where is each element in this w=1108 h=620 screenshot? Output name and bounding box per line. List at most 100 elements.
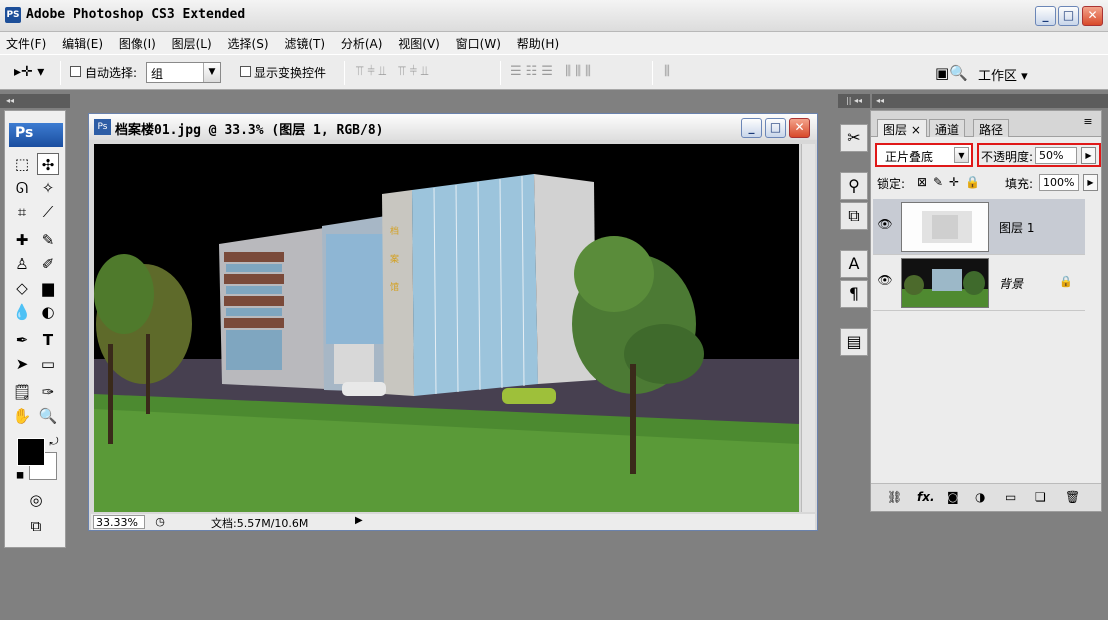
menu-view[interactable]: 视图(V) — [392, 32, 446, 52]
visibility-eye-icon[interactable]: 👁 — [877, 273, 893, 289]
visibility-eye-icon[interactable]: 👁 — [877, 217, 893, 233]
lock-transparency-icon[interactable]: ⊠ — [917, 175, 927, 189]
move-tool-icon[interactable]: ▸✛ ▾ — [14, 64, 44, 80]
eyedropper-icon[interactable]: ✑ — [37, 381, 59, 403]
menu-edit[interactable]: 编辑(E) — [56, 32, 109, 52]
blend-mode-dropdown[interactable]: 正片叠底 ▼ — [875, 143, 973, 167]
clone-stamp-icon[interactable]: ♙ — [11, 253, 33, 275]
shape-icon[interactable]: ▭ — [37, 353, 59, 375]
paragraph-icon[interactable]: ¶ — [840, 280, 868, 308]
layer-row[interactable]: 👁 背景 🔒 — [873, 255, 1085, 311]
trash-icon[interactable]: 🗑 — [1065, 490, 1080, 504]
doc-close-button[interactable]: ✕ — [789, 118, 810, 138]
layer-comps-icon[interactable]: ▤ — [840, 328, 868, 356]
document-title-bar[interactable]: Ps 档案楼01.jpg @ 33.3% (图层 1, RGB/8) _ □ ✕ — [89, 114, 817, 140]
move-icon[interactable]: ✣ — [37, 153, 59, 175]
zoom-icon[interactable]: 🔍 — [37, 405, 59, 427]
auto-select-checkbox[interactable] — [70, 66, 81, 77]
eraser-icon[interactable]: ◇ — [11, 277, 33, 299]
dodge-icon[interactable]: ◐ — [37, 301, 59, 323]
brush-icon[interactable]: ✎ — [37, 229, 59, 251]
distribute-buttons-icon[interactable]: ☰☷☰ ⫼⫼⫼ — [510, 64, 595, 79]
rectangular-marquee-icon[interactable]: ⬚ — [11, 153, 33, 175]
blur-icon[interactable]: 💧 — [11, 301, 33, 323]
adjustment-icon[interactable]: ◑ — [975, 490, 985, 504]
dock-header[interactable]: || ◂◂ — [838, 94, 870, 108]
foreground-color-swatch[interactable] — [17, 438, 45, 466]
gradient-icon[interactable]: ▆ — [37, 277, 59, 299]
auto-align-icon[interactable]: ⫼ — [664, 64, 674, 79]
fx-icon[interactable]: fx. — [917, 490, 935, 504]
toolbox-header[interactable]: ◂◂ — [0, 94, 70, 108]
workspace-menu[interactable]: 工作区 ▾ — [978, 65, 1028, 84]
type-icon[interactable]: T — [37, 329, 59, 351]
show-transform-checkbox[interactable] — [240, 66, 251, 77]
clone-source-icon[interactable]: ⧉ — [840, 202, 868, 230]
notes-icon[interactable]: 🗒 — [11, 381, 33, 403]
menu-analysis[interactable]: 分析(A) — [335, 32, 389, 52]
chevron-down-icon: ▼ — [954, 147, 969, 163]
default-colors-icon[interactable]: ◼ — [9, 465, 31, 487]
group-icon[interactable]: ▭ — [1005, 490, 1016, 504]
maximize-button[interactable]: □ — [1058, 6, 1079, 26]
status-options-icon[interactable]: ◷ — [149, 511, 171, 533]
chevron-down-icon: ▼ — [203, 63, 220, 82]
ps-badge[interactable]: Ps — [9, 123, 63, 147]
menu-select[interactable]: 选择(S) — [222, 32, 275, 52]
doc-minimize-button[interactable]: _ — [741, 118, 762, 138]
menu-file[interactable]: 文件(F) — [0, 32, 52, 52]
fill-input[interactable]: 100% — [1039, 174, 1079, 191]
pen-icon[interactable]: ✒ — [11, 329, 33, 351]
image-canvas[interactable]: 档 案 馆 — [94, 144, 799, 512]
slice-icon[interactable]: ⟋ — [37, 201, 59, 223]
tab-channels[interactable]: 通道 — [929, 119, 966, 137]
lasso-icon[interactable]: ᘏ — [11, 177, 33, 199]
hand-icon[interactable]: ✋ — [11, 405, 33, 427]
bridge-icon[interactable]: ▣🔍 — [935, 64, 968, 82]
lock-pixels-icon[interactable]: ✎ — [933, 175, 943, 189]
lock-all-icon[interactable]: 🔒 — [965, 175, 980, 189]
healing-brush-icon[interactable]: ✚ — [11, 229, 33, 251]
swap-colors-icon[interactable]: ⤾ — [43, 431, 65, 453]
opacity-input[interactable]: 50% — [1035, 147, 1077, 164]
lock-position-icon[interactable]: ✛ — [949, 175, 959, 189]
magic-wand-icon[interactable]: ✧ — [37, 177, 59, 199]
layer-name[interactable]: 背景 — [999, 275, 1023, 292]
panel-tabs: 图层 × 通道 路径 ≡ — [871, 111, 1101, 137]
status-menu-arrow-icon[interactable]: ▶ — [355, 515, 363, 526]
layer-1-thumbnail-image — [902, 203, 988, 251]
menu-image[interactable]: 图像(I) — [113, 32, 162, 52]
tool-presets-icon[interactable]: ✂ — [840, 124, 868, 152]
minimize-button[interactable]: _ — [1035, 6, 1056, 26]
tab-layers[interactable]: 图层 × — [877, 119, 927, 137]
menu-window[interactable]: 窗口(W) — [450, 32, 507, 52]
auto-select-dropdown[interactable]: 组 ▼ — [146, 62, 221, 83]
doc-maximize-button[interactable]: □ — [765, 118, 786, 138]
character-icon[interactable]: A — [840, 250, 868, 278]
zoom-field[interactable]: 33.33% — [93, 515, 145, 529]
menu-layer[interactable]: 图层(L) — [166, 32, 218, 52]
screen-mode-icon[interactable]: ⧉ — [25, 515, 47, 537]
history-brush-icon[interactable]: ✐ — [37, 253, 59, 275]
brushes-icon[interactable]: ⚲ — [840, 172, 868, 200]
close-button[interactable]: ✕ — [1082, 6, 1103, 26]
tab-paths[interactable]: 路径 — [973, 119, 1010, 137]
new-layer-icon[interactable]: ❏ — [1035, 490, 1046, 504]
crop-icon[interactable]: ⌗ — [11, 201, 33, 223]
align-buttons-icon[interactable]: ⫪⫩⫫ ⫪⫩⫫ — [356, 64, 432, 79]
quick-mask-icon[interactable]: ◎ — [25, 489, 47, 511]
link-icon[interactable]: ⛓ — [887, 490, 902, 504]
fill-slider-arrow-icon[interactable]: ▶ — [1083, 174, 1098, 191]
menu-filter[interactable]: 滤镜(T) — [278, 32, 331, 52]
panel-menu-icon[interactable]: ≡ — [1077, 111, 1099, 133]
menu-help[interactable]: 帮助(H) — [511, 32, 565, 52]
divider — [344, 61, 345, 85]
path-selection-icon[interactable]: ➤ — [11, 353, 33, 375]
panel-header[interactable]: ◂◂ — [872, 94, 1108, 108]
auto-select-label: 自动选择: — [85, 66, 138, 80]
vertical-scrollbar[interactable] — [801, 144, 815, 512]
layer-row[interactable]: 👁 图层 1 — [873, 199, 1085, 255]
opacity-slider-arrow-icon[interactable]: ▶ — [1081, 147, 1096, 164]
mask-icon[interactable]: ◙ — [947, 490, 959, 504]
layer-name[interactable]: 图层 1 — [999, 219, 1034, 236]
